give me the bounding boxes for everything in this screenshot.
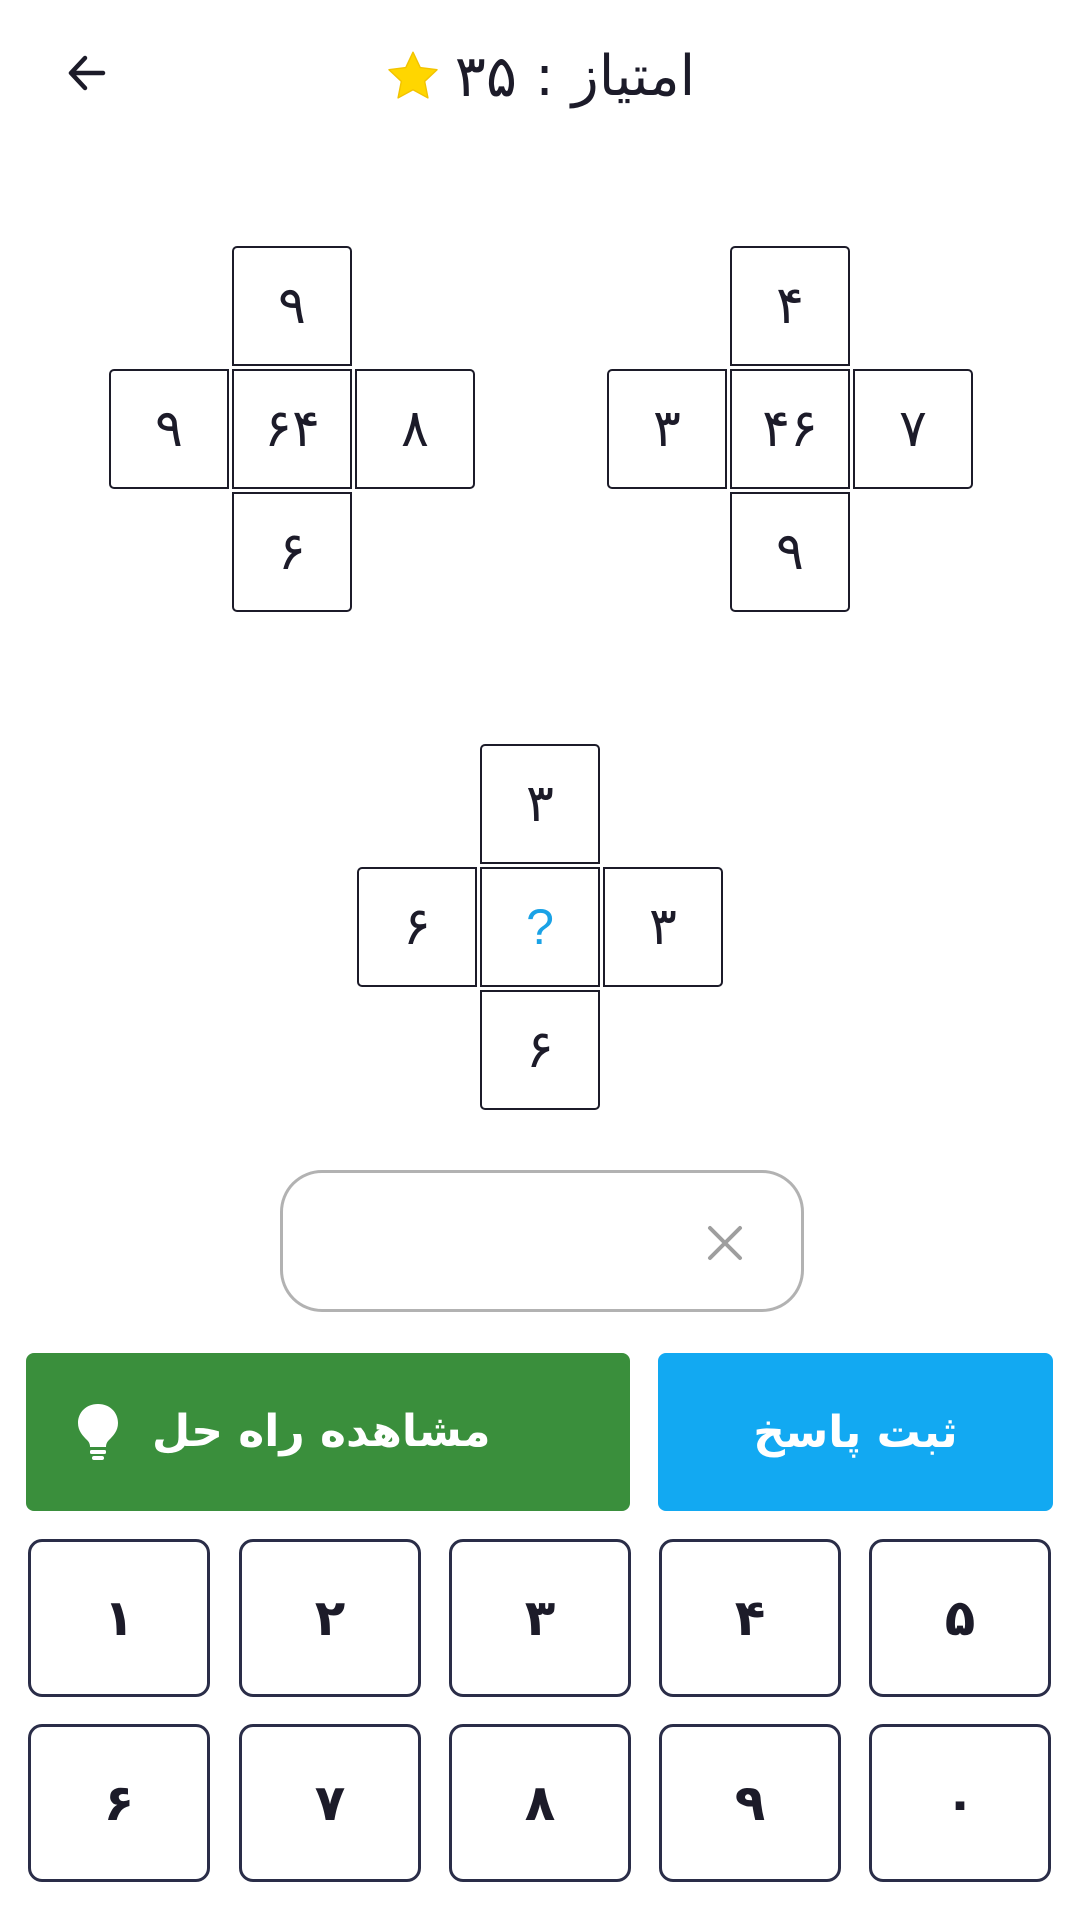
clear-button[interactable]	[693, 1211, 757, 1275]
keypad-key-5[interactable]: ۵	[869, 1539, 1051, 1697]
puzzle-cell-top: ۹	[232, 246, 352, 366]
puzzle-cell-bottom: ۶	[232, 492, 352, 612]
puzzle-example-2: ۴ ۳ ۴۶ ۷ ۹	[607, 246, 973, 612]
answer-input[interactable]	[313, 1203, 677, 1285]
close-icon	[708, 1226, 742, 1260]
puzzle-cell-center: ۴۶	[730, 369, 850, 489]
keypad-key-8[interactable]: ۸	[449, 1724, 631, 1882]
question-mark-cell: ?	[480, 867, 600, 987]
keypad-key-4[interactable]: ۴	[659, 1539, 841, 1697]
keypad-key-3[interactable]: ۳	[449, 1539, 631, 1697]
score-label: امتیاز :	[535, 43, 696, 109]
submit-answer-label: ثبت پاسخ	[753, 1406, 958, 1458]
lightbulb-icon	[74, 1401, 122, 1472]
star-icon	[385, 48, 441, 104]
view-solution-label: مشاهده راه حل	[152, 1406, 491, 1457]
submit-answer-button[interactable]: ثبت پاسخ	[658, 1353, 1053, 1511]
keypad-key-0[interactable]: ۰	[869, 1724, 1051, 1882]
puzzle-cell-right: ۷	[853, 369, 973, 489]
keypad-key-2[interactable]: ۲	[239, 1539, 421, 1697]
puzzle-cell-right: ۳	[603, 867, 723, 987]
keypad-key-6[interactable]: ۶	[28, 1724, 210, 1882]
puzzle-cell-left: ۹	[109, 369, 229, 489]
puzzle-cell-bottom: ۹	[730, 492, 850, 612]
keypad-key-1[interactable]: ۱	[28, 1539, 210, 1697]
puzzle-cell-left: ۶	[357, 867, 477, 987]
keypad-key-7[interactable]: ۷	[239, 1724, 421, 1882]
answer-field[interactable]	[280, 1170, 804, 1312]
view-solution-button[interactable]: مشاهده راه حل	[26, 1353, 630, 1511]
keypad-key-9[interactable]: ۹	[659, 1724, 841, 1882]
score-value: ۳۵	[454, 42, 518, 110]
puzzle-question: ۳ ۶ ? ۳ ۶	[357, 744, 723, 1110]
puzzle-cell-bottom: ۶	[480, 990, 600, 1110]
puzzle-cell-right: ۸	[355, 369, 475, 489]
puzzle-cell-top: ۳	[480, 744, 600, 864]
score-display: امتیاز : ۳۵	[0, 36, 1080, 116]
puzzle-example-1: ۹ ۹ ۶۴ ۸ ۶	[109, 246, 475, 612]
puzzle-cell-top: ۴	[730, 246, 850, 366]
puzzle-cell-center: ۶۴	[232, 369, 352, 489]
puzzle-cell-left: ۳	[607, 369, 727, 489]
